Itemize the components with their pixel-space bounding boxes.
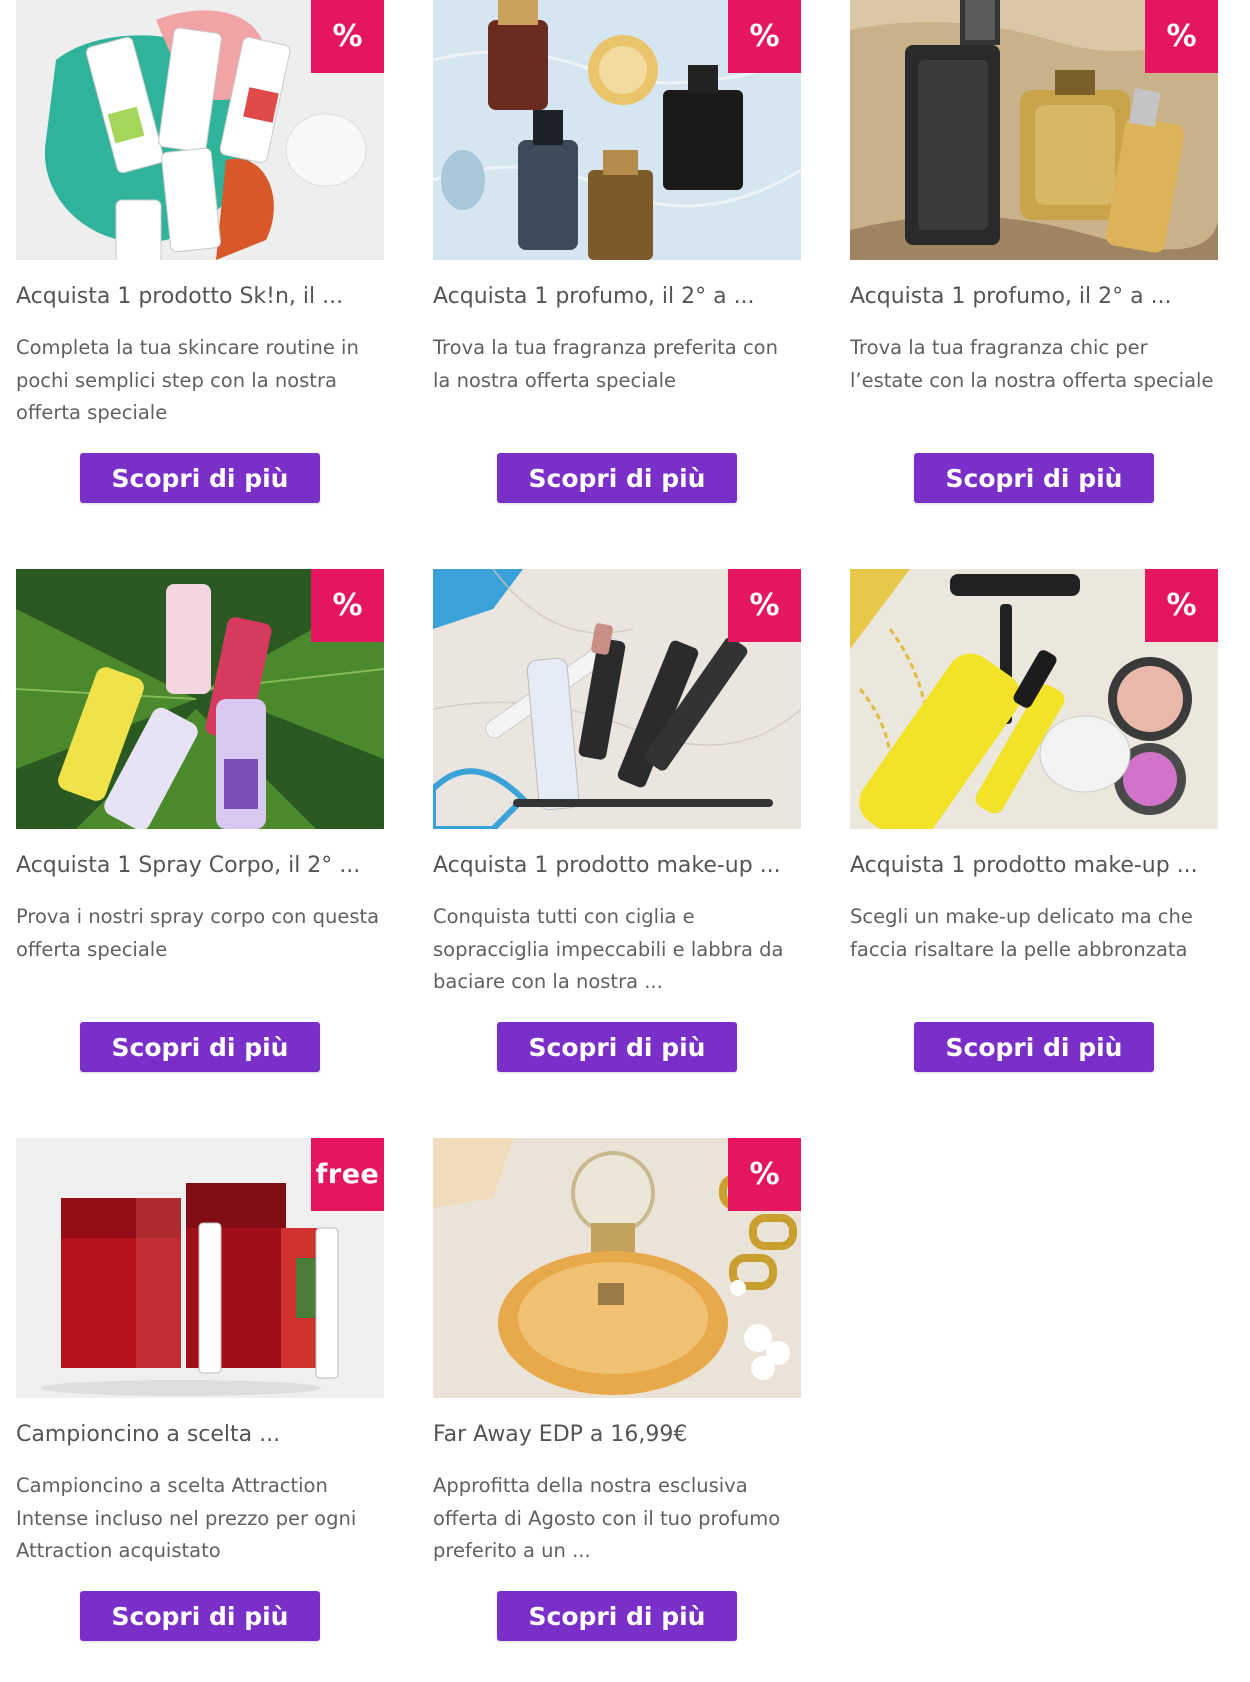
- offers-grid: % Acquista 1 prodotto Sk!n, il ... Compl…: [16, 0, 1218, 1682]
- offer-description: Completa la tua skincare routine in poch…: [16, 336, 359, 424]
- offer-title[interactable]: Acquista 1 profumo, il 2° a ...: [433, 282, 801, 312]
- discover-more-button[interactable]: Scopri di più: [80, 1022, 320, 1072]
- product-image[interactable]: %: [433, 1138, 801, 1398]
- offer-description: Conquista tutti con ciglia e sopraccigli…: [433, 905, 784, 993]
- offer-description: Trova la tua fragranza preferita con la …: [433, 336, 778, 392]
- offer-description: Scegli un make-up delicato ma che faccia…: [850, 905, 1193, 961]
- offer-description: Prova i nostri spray corpo con questa of…: [16, 905, 380, 961]
- discover-more-button[interactable]: Scopri di più: [914, 1022, 1154, 1072]
- offer-title[interactable]: Campioncino a scelta ...: [16, 1420, 384, 1450]
- product-image[interactable]: %: [433, 569, 801, 829]
- discount-badge: %: [728, 1138, 801, 1211]
- offer-card: % Acquista 1 prodotto Sk!n, il ... Compl…: [16, 0, 384, 569]
- offer-title[interactable]: Acquista 1 prodotto Sk!n, il ...: [16, 282, 384, 312]
- discount-badge: %: [311, 569, 384, 642]
- product-image[interactable]: free: [16, 1138, 384, 1398]
- offer-title[interactable]: Acquista 1 Spray Corpo, il 2° ...: [16, 851, 384, 881]
- discover-more-button[interactable]: Scopri di più: [497, 453, 737, 503]
- offer-card: % Acquista 1 prodotto make-up ... Scegli…: [850, 569, 1218, 1138]
- product-image[interactable]: %: [16, 569, 384, 829]
- product-image[interactable]: %: [850, 0, 1218, 260]
- offer-description: Trova la tua fragranza chic per l’estate…: [850, 336, 1214, 392]
- offer-description: Approfitta della nostra esclusiva offert…: [433, 1474, 781, 1562]
- offer-card: % Acquista 1 Spray Corpo, il 2° ... Prov…: [16, 569, 384, 1138]
- discover-more-button[interactable]: Scopri di più: [497, 1591, 737, 1641]
- product-image[interactable]: %: [850, 569, 1218, 829]
- product-image[interactable]: %: [433, 0, 801, 260]
- offer-title[interactable]: Acquista 1 prodotto make-up ...: [850, 851, 1218, 881]
- offer-card: % Far Away EDP a 16,99€ Approfitta della…: [433, 1138, 801, 1682]
- offer-title[interactable]: Far Away EDP a 16,99€: [433, 1420, 801, 1450]
- discount-badge: %: [1145, 0, 1218, 73]
- discover-more-button[interactable]: Scopri di più: [80, 453, 320, 503]
- product-image[interactable]: %: [16, 0, 384, 260]
- discover-more-button[interactable]: Scopri di più: [914, 453, 1154, 503]
- discount-badge: %: [311, 0, 384, 73]
- offer-card: free Campioncino a scelta ... Campioncin…: [16, 1138, 384, 1682]
- offer-card: % Acquista 1 prodotto make-up ... Conqui…: [433, 569, 801, 1138]
- offer-description: Campioncino a scelta Attraction Intense …: [16, 1474, 357, 1562]
- discount-badge: %: [728, 569, 801, 642]
- offer-card: % Acquista 1 profumo, il 2° a ... Trova …: [433, 0, 801, 569]
- discount-badge: %: [728, 0, 801, 73]
- offer-title[interactable]: Acquista 1 prodotto make-up ...: [433, 851, 801, 881]
- offer-title[interactable]: Acquista 1 profumo, il 2° a ...: [850, 282, 1218, 312]
- discover-more-button[interactable]: Scopri di più: [497, 1022, 737, 1072]
- offer-card: % Acquista 1 profumo, il 2° a ... Trova …: [850, 0, 1218, 569]
- free-badge: free: [311, 1138, 384, 1211]
- discover-more-button[interactable]: Scopri di più: [80, 1591, 320, 1641]
- discount-badge: %: [1145, 569, 1218, 642]
